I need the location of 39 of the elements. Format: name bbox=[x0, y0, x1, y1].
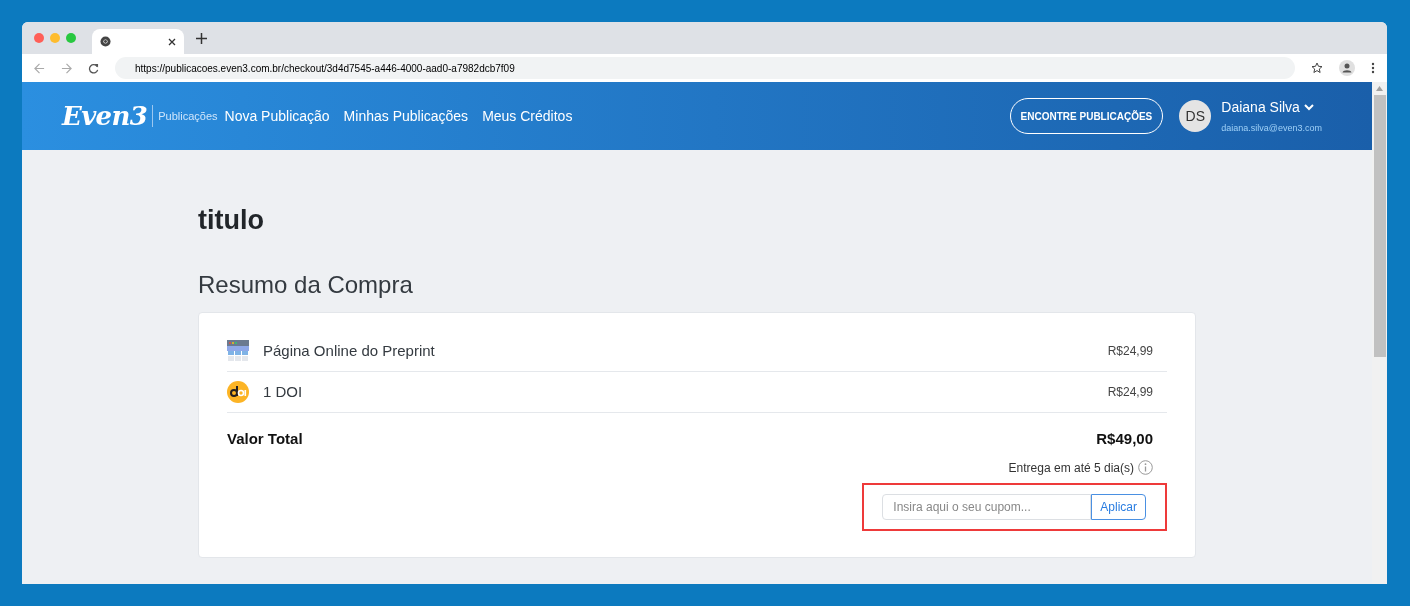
page-title: titulo bbox=[198, 204, 265, 237]
total-label: Valor Total bbox=[227, 428, 303, 449]
chrome-icon bbox=[100, 36, 111, 47]
user-name[interactable]: Daiana Silva bbox=[1221, 96, 1300, 118]
user-email: daiana.silva@even3.com bbox=[1221, 121, 1322, 135]
new-tab-icon[interactable] bbox=[196, 32, 207, 44]
item-price: R$24,99 bbox=[1107, 383, 1154, 401]
chevron-down-icon[interactable] bbox=[1303, 103, 1314, 111]
close-tab-icon[interactable] bbox=[168, 37, 176, 46]
info-icon[interactable] bbox=[1138, 460, 1153, 476]
profile-icon[interactable] bbox=[1339, 60, 1355, 76]
close-window-icon[interactable] bbox=[34, 33, 44, 43]
delivery-note: Entrega em até 5 dia(s) bbox=[1008, 459, 1134, 477]
item-name: 1 DOI bbox=[263, 381, 303, 402]
webpage-icon bbox=[227, 339, 249, 362]
minimize-window-icon[interactable] bbox=[50, 33, 60, 43]
scroll-up-icon[interactable] bbox=[1376, 86, 1383, 91]
item-name: Página Online do Preprint bbox=[263, 340, 435, 361]
reload-icon[interactable] bbox=[88, 62, 99, 74]
section-heading: Resumo da Compra bbox=[198, 269, 414, 300]
nav-link[interactable]: Meus Créditos bbox=[482, 105, 573, 127]
user-avatar[interactable]: DS bbox=[1179, 100, 1212, 132]
apply-button[interactable]: Aplicar bbox=[1091, 493, 1146, 520]
star-icon[interactable] bbox=[1311, 62, 1323, 74]
section-label: Publicações bbox=[158, 108, 218, 124]
nav-link[interactable]: Nova Publicação bbox=[224, 105, 330, 127]
coupon-input[interactable]: Insira aqui o seu cupom... bbox=[882, 493, 1092, 520]
maximize-window-icon[interactable] bbox=[66, 33, 76, 43]
item-price: R$24,99 bbox=[1107, 342, 1154, 360]
browser-tab[interactable] bbox=[92, 29, 184, 54]
scrollbar-thumb[interactable] bbox=[1373, 95, 1386, 357]
back-icon[interactable] bbox=[34, 62, 45, 74]
menu-icon[interactable] bbox=[1371, 62, 1375, 74]
forward-icon[interactable] bbox=[61, 62, 72, 74]
logo[interactable]: Even3 bbox=[62, 96, 148, 136]
nav-link[interactable]: Minhas Publicações bbox=[343, 105, 469, 127]
total-value: R$49,00 bbox=[1096, 428, 1153, 449]
address-bar[interactable]: https://publicacoes.even3.com.br/checkout/3d4d7545-a446-4000-aad0-a7982dcb7f09 bbox=[115, 57, 1295, 79]
doi-icon bbox=[227, 380, 249, 403]
